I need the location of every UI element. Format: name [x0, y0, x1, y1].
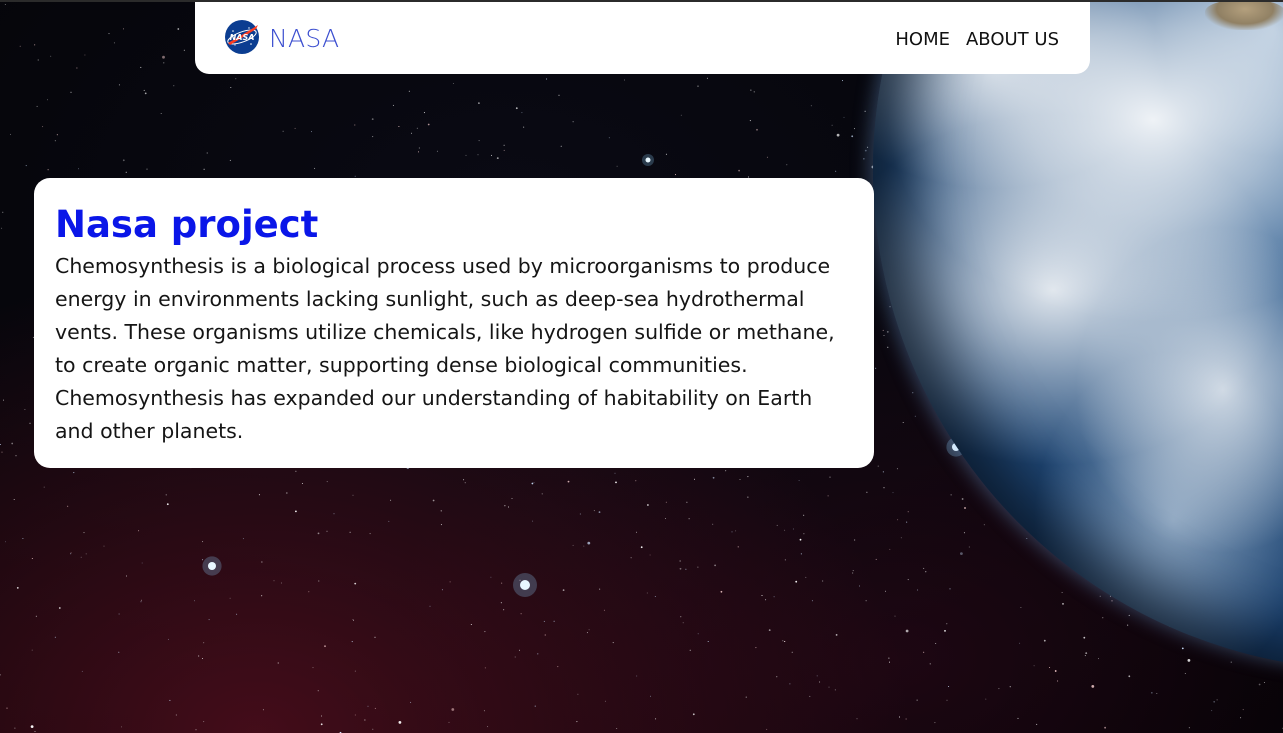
earth-landmass — [1205, 0, 1283, 30]
nav-link-about-us[interactable]: ABOUT US — [966, 28, 1059, 52]
nav-links: HOME ABOUT US — [895, 28, 1059, 52]
hero-description: Chemosynthesis is a biological process u… — [55, 254, 835, 443]
nasa-meatball-logo-icon[interactable]: NASA — [224, 19, 260, 55]
navbar: NASA NASA HOME ABOUT US — [195, 2, 1090, 74]
brand-name[interactable]: NASA — [269, 22, 339, 56]
hero-title: Nasa project — [55, 203, 319, 246]
svg-text:NASA: NASA — [230, 33, 255, 42]
page: NASA NASA HOME ABOUT US Nasa project Che… — [0, 0, 1283, 733]
hero-card: Nasa project Chemosynthesis is a biologi… — [34, 178, 874, 468]
nav-link-home[interactable]: HOME — [895, 28, 950, 52]
